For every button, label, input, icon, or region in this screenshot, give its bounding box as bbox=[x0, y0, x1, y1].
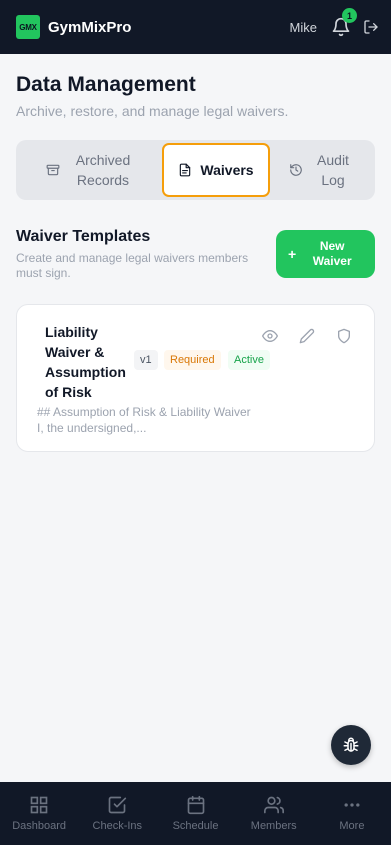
top-bar: GMX GymMixPro Mike 1 bbox=[0, 0, 391, 54]
nav-label: Check-Ins bbox=[92, 820, 143, 832]
bottom-nav: Dashboard Check-Ins Schedule Members Mor… bbox=[0, 782, 391, 845]
tab-bar: Archived Records Waivers Audit Log bbox=[16, 140, 375, 200]
nav-more[interactable]: More bbox=[313, 782, 391, 845]
plus-icon: + bbox=[288, 246, 297, 262]
grid-icon bbox=[30, 796, 48, 814]
shield-icon[interactable] bbox=[336, 328, 352, 344]
tab-audit-log[interactable]: Audit Log bbox=[274, 143, 370, 197]
waiver-card[interactable]: Liability Waiver & Assumption of Risk v1… bbox=[16, 304, 375, 452]
tab-waivers[interactable]: Waivers bbox=[162, 143, 270, 197]
edit-icon[interactable] bbox=[299, 328, 315, 344]
section-description: Create and manage legal waivers members … bbox=[16, 251, 249, 280]
notifications-button[interactable]: 1 bbox=[331, 8, 357, 37]
tab-label: Audit Log bbox=[317, 152, 349, 188]
new-waiver-button[interactable]: + New Waiver bbox=[276, 230, 375, 278]
nav-label: Dashboard bbox=[12, 820, 67, 832]
more-icon bbox=[344, 803, 360, 807]
logout-icon[interactable] bbox=[363, 19, 379, 35]
user-name[interactable]: Mike bbox=[290, 20, 317, 35]
page-subtitle: Archive, restore, and manage legal waive… bbox=[16, 103, 289, 119]
view-icon[interactable] bbox=[262, 328, 278, 344]
app-name[interactable]: GymMixPro bbox=[48, 19, 131, 36]
users-icon bbox=[263, 796, 284, 814]
waiver-preview: ## Assumption of Risk & Liability Waiver… bbox=[37, 405, 251, 435]
waiver-title: Liability Waiver & Assumption of Risk bbox=[45, 324, 126, 400]
tab-label: Archived Records bbox=[75, 152, 131, 188]
nav-members[interactable]: Members bbox=[235, 782, 313, 845]
calendar-icon bbox=[187, 795, 204, 815]
check-square-icon bbox=[108, 796, 127, 814]
nav-label: Schedule bbox=[172, 820, 219, 832]
notification-badge: 1 bbox=[342, 8, 357, 23]
nav-dashboard[interactable]: Dashboard bbox=[0, 782, 78, 845]
nav-label: Members bbox=[250, 820, 297, 832]
nav-label: More bbox=[339, 820, 365, 832]
bug-icon bbox=[343, 737, 359, 752]
app-logo[interactable]: GMX bbox=[16, 15, 40, 39]
version-badge: v1 bbox=[134, 350, 158, 370]
nav-schedule[interactable]: Schedule bbox=[156, 782, 234, 845]
bug-report-button[interactable] bbox=[331, 725, 371, 765]
tab-archived-records[interactable]: Archived Records bbox=[22, 143, 162, 197]
section-title: Waiver Templates bbox=[16, 228, 151, 245]
document-icon bbox=[180, 163, 191, 177]
new-waiver-label: New Waiver bbox=[312, 239, 352, 268]
required-badge: Required bbox=[164, 350, 221, 370]
history-icon bbox=[290, 164, 302, 176]
archive-icon bbox=[46, 164, 60, 176]
status-badge: Active bbox=[228, 350, 270, 370]
page-title: Data Management bbox=[16, 73, 196, 96]
nav-check-ins[interactable]: Check-Ins bbox=[78, 782, 156, 845]
tab-label: Waivers bbox=[200, 162, 254, 178]
